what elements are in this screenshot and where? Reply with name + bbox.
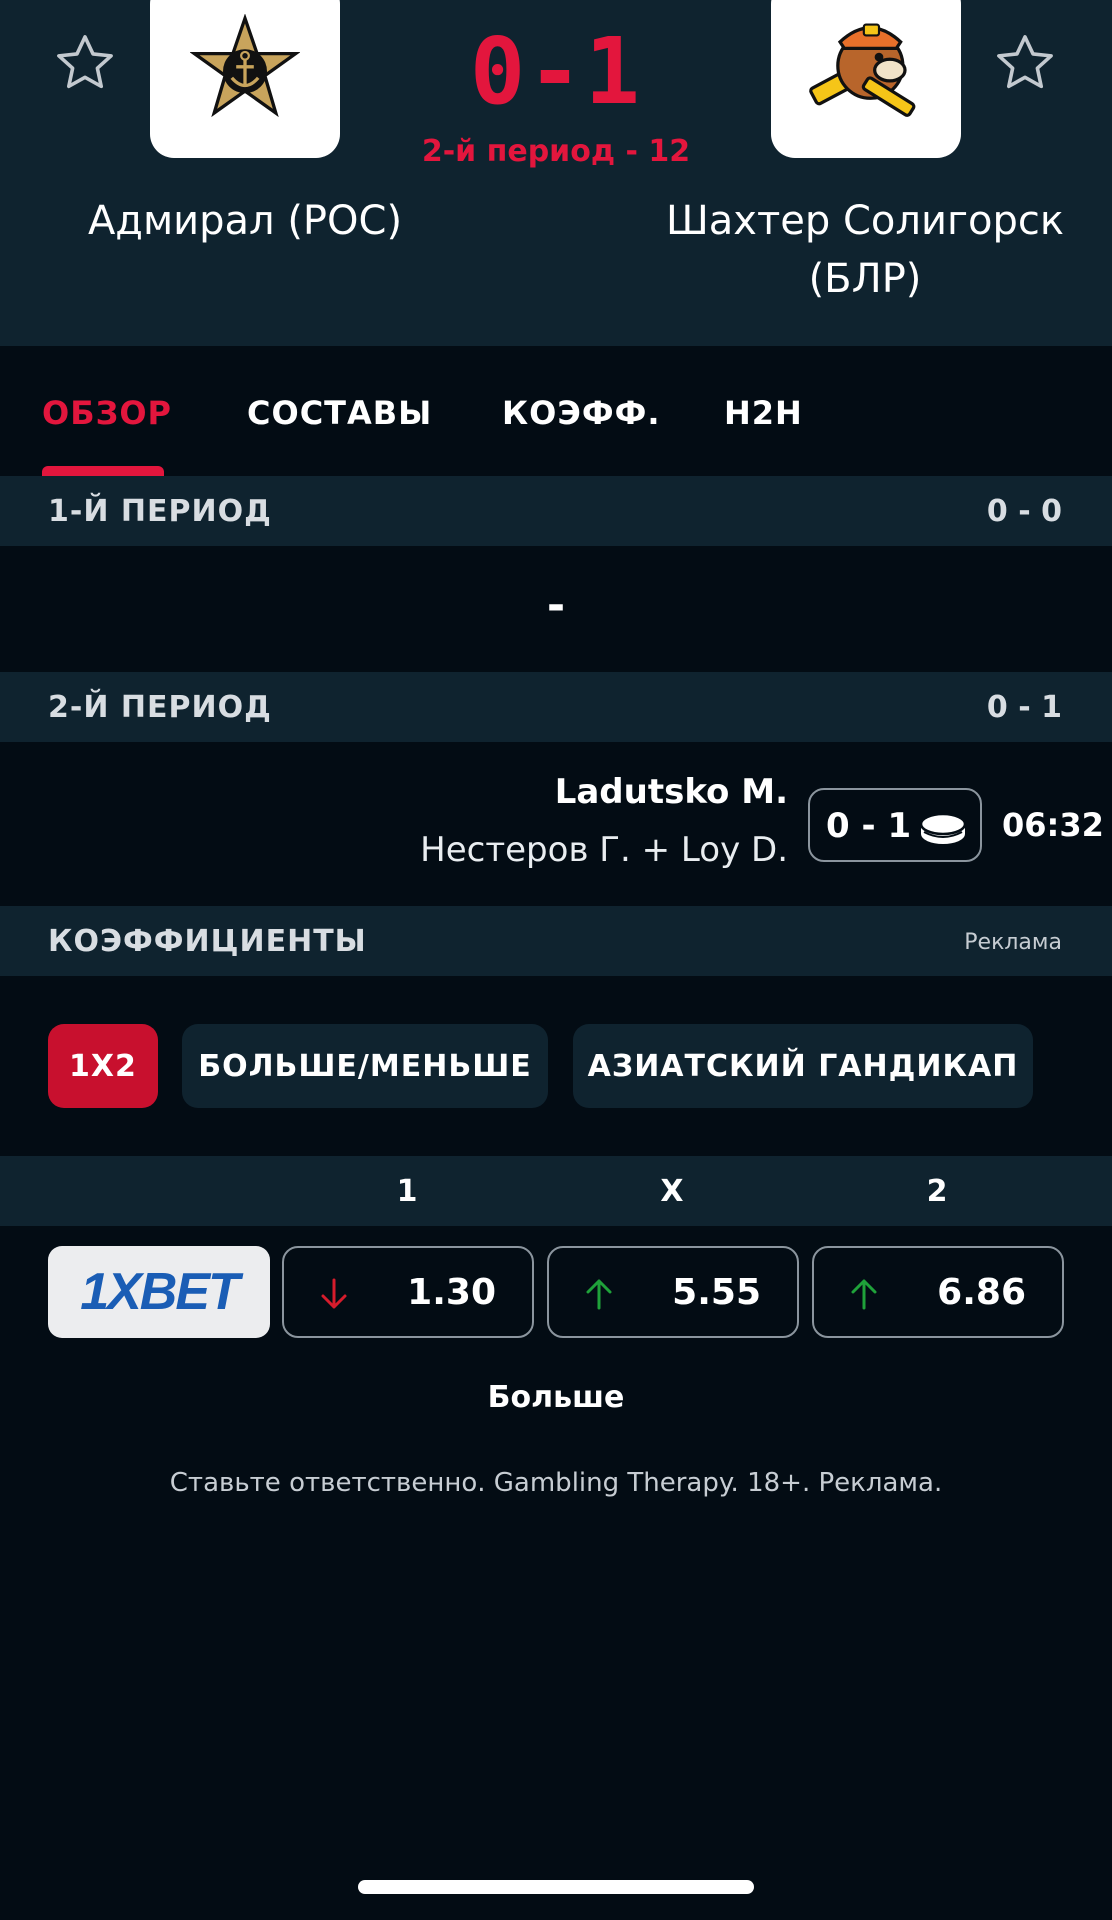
goal-running-score: 0 - 1 bbox=[826, 806, 912, 846]
odd-away-button[interactable]: 6.86 bbox=[812, 1246, 1064, 1338]
tab-lineups[interactable]: СОСТАВЫ bbox=[247, 394, 432, 432]
match-page: 0-1 2-й период - 12 Адмирал (РОС) Шахтер… bbox=[0, 0, 1112, 1920]
away-team-logo[interactable] bbox=[771, 0, 961, 158]
chip-asian-handicap[interactable]: АЗИАТСКИЙ ГАНДИКАП bbox=[573, 1024, 1033, 1108]
odd-away-value: 6.86 bbox=[937, 1272, 1026, 1313]
period-2-header: 2-Й ПЕРИОД 0 - 1 bbox=[0, 672, 1112, 742]
goal-assists: Нестеров Г. + Loy D. bbox=[420, 830, 788, 870]
chip-over-under[interactable]: БОЛЬШЕ/МЕНЬШЕ bbox=[182, 1024, 548, 1108]
home-team-name[interactable]: Адмирал (РОС) bbox=[40, 192, 450, 250]
away-team-name[interactable]: Шахтер Солигорск (БЛР) bbox=[640, 192, 1090, 308]
odds-header: КОЭФФИЦИЕНТЫ Реклама bbox=[0, 906, 1112, 976]
gambling-disclaimer: Ставьте ответственно. Gambling Therapy. … bbox=[169, 1468, 943, 1498]
goal-scorer[interactable]: Ladutsko M. bbox=[555, 772, 788, 812]
arrow-up-icon bbox=[851, 1279, 877, 1310]
more-odds-link[interactable]: Больше bbox=[0, 1380, 1112, 1415]
odd-draw-value: 5.55 bbox=[672, 1272, 761, 1313]
goal-time: 06:32 bbox=[1002, 806, 1104, 844]
favorite-away-star-icon[interactable] bbox=[992, 30, 1058, 96]
odd-draw-button[interactable]: 5.55 bbox=[547, 1246, 799, 1338]
period-1-header: 1-Й ПЕРИОД 0 - 0 bbox=[0, 476, 1112, 546]
tab-odds[interactable]: КОЭФФ. bbox=[502, 394, 660, 432]
odd-home-value: 1.30 bbox=[407, 1272, 496, 1313]
period-2-score: 0 - 1 bbox=[986, 690, 1062, 725]
period-1-title: 1-Й ПЕРИОД bbox=[48, 494, 272, 529]
arrow-up-icon bbox=[586, 1279, 612, 1310]
home-indicator[interactable] bbox=[358, 1880, 754, 1894]
match-header: 0-1 2-й период - 12 Адмирал (РОС) Шахтер… bbox=[0, 0, 1112, 346]
period-1-no-events: - bbox=[546, 580, 566, 631]
tab-overview[interactable]: ОБЗОР bbox=[42, 394, 172, 432]
odd-home-button[interactable]: 1.30 bbox=[282, 1246, 534, 1338]
tab-bar: ОБЗОР СОСТАВЫ КОЭФФ. H2H bbox=[0, 346, 1112, 476]
goal-event-badge: 0 - 1 bbox=[808, 788, 982, 862]
puck-icon bbox=[919, 812, 967, 844]
odds-col-home: 1 bbox=[396, 1174, 418, 1209]
bookmaker-logo[interactable]: 1XBET bbox=[48, 1246, 270, 1338]
ad-label: Реклама bbox=[964, 930, 1062, 955]
chip-1x2[interactable]: 1X2 bbox=[48, 1024, 158, 1108]
tab-h2h[interactable]: H2H bbox=[724, 394, 803, 432]
miner-beaver-icon bbox=[809, 23, 916, 117]
odds-title: КОЭФФИЦИЕНТЫ bbox=[48, 924, 367, 959]
odds-columns-header: 1 X 2 bbox=[0, 1156, 1112, 1226]
odds-col-draw: X bbox=[660, 1174, 684, 1209]
arrow-down-icon bbox=[321, 1278, 347, 1309]
active-tab-indicator bbox=[42, 466, 164, 476]
bookmaker-name: 1XBET bbox=[80, 1263, 240, 1321]
period-2-title: 2-Й ПЕРИОД bbox=[48, 690, 272, 725]
period-1-score: 0 - 0 bbox=[986, 494, 1062, 529]
odds-col-away: 2 bbox=[926, 1174, 948, 1209]
